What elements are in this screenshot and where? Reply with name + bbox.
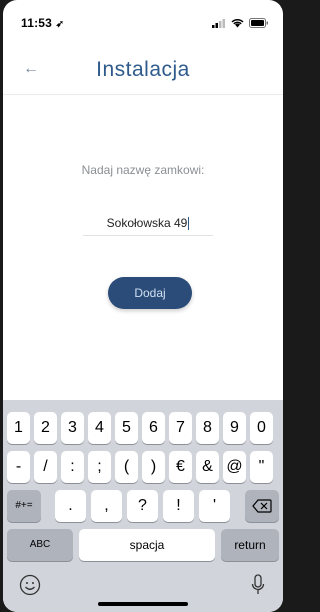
keyboard: 1 2 3 4 5 6 7 8 9 0 - / : ; ( ) € & @ " … — [3, 400, 283, 612]
phone-screen: 11:53 ➶ ← Instalacja Nadaj nazwę zamkowi… — [3, 0, 283, 612]
key-8[interactable]: 8 — [196, 412, 219, 444]
wifi-icon — [231, 19, 244, 28]
lock-name-value: Sokołowska 49 — [106, 216, 188, 230]
signal-icon — [212, 18, 225, 28]
key-ampersand[interactable]: & — [196, 451, 219, 483]
backspace-icon — [252, 499, 272, 513]
key-9[interactable]: 9 — [223, 412, 246, 444]
key-colon[interactable]: : — [61, 451, 84, 483]
page-title: Instalacja — [96, 58, 190, 81]
status-bar: 11:53 ➶ — [3, 0, 283, 44]
add-button[interactable]: Dodaj — [108, 277, 192, 309]
key-slash[interactable]: / — [34, 451, 57, 483]
key-exclamation[interactable]: ! — [163, 490, 194, 522]
key-semicolon[interactable]: ; — [88, 451, 111, 483]
nav-bar: ← Instalacja — [3, 54, 283, 95]
key-question[interactable]: ? — [127, 490, 158, 522]
key-quote[interactable]: " — [250, 451, 273, 483]
backspace-key[interactable] — [245, 490, 279, 522]
key-period[interactable]: . — [55, 490, 86, 522]
microphone-icon[interactable] — [251, 574, 265, 601]
key-comma[interactable]: , — [91, 490, 122, 522]
key-paren-close[interactable]: ) — [142, 451, 165, 483]
battery-icon — [249, 18, 268, 28]
lock-name-input[interactable]: Sokołowska 49 — [83, 211, 213, 236]
key-apostrophe[interactable]: ' — [199, 490, 230, 522]
key-euro[interactable]: € — [169, 451, 192, 483]
space-key[interactable]: spacja — [79, 529, 215, 561]
lock-name-label: Nadaj nazwę zamkowi: — [81, 163, 205, 177]
key-6[interactable]: 6 — [142, 412, 165, 444]
status-icons — [212, 18, 269, 28]
key-7[interactable]: 7 — [169, 412, 192, 444]
key-2[interactable]: 2 — [34, 412, 57, 444]
return-key[interactable]: return — [221, 529, 279, 561]
emoji-icon[interactable] — [19, 574, 41, 601]
key-minus[interactable]: - — [7, 451, 30, 483]
status-time: 11:53 ➶ — [21, 16, 64, 30]
time-text: 11:53 — [21, 16, 53, 30]
key-3[interactable]: 3 — [61, 412, 84, 444]
location-arrow-icon: ➶ — [55, 19, 65, 30]
key-symbols-toggle[interactable]: #+= — [7, 490, 41, 522]
key-4[interactable]: 4 — [88, 412, 111, 444]
key-5[interactable]: 5 — [115, 412, 138, 444]
key-0[interactable]: 0 — [250, 412, 273, 444]
install-form: Nadaj nazwę zamkowi: Sokołowska 49 Dodaj — [3, 95, 283, 400]
key-at[interactable]: @ — [223, 451, 246, 483]
key-1[interactable]: 1 — [7, 412, 30, 444]
text-caret — [188, 217, 190, 231]
key-abc[interactable]: ABC — [7, 529, 73, 561]
home-indicator — [98, 602, 188, 606]
key-paren-open[interactable]: ( — [115, 451, 138, 483]
